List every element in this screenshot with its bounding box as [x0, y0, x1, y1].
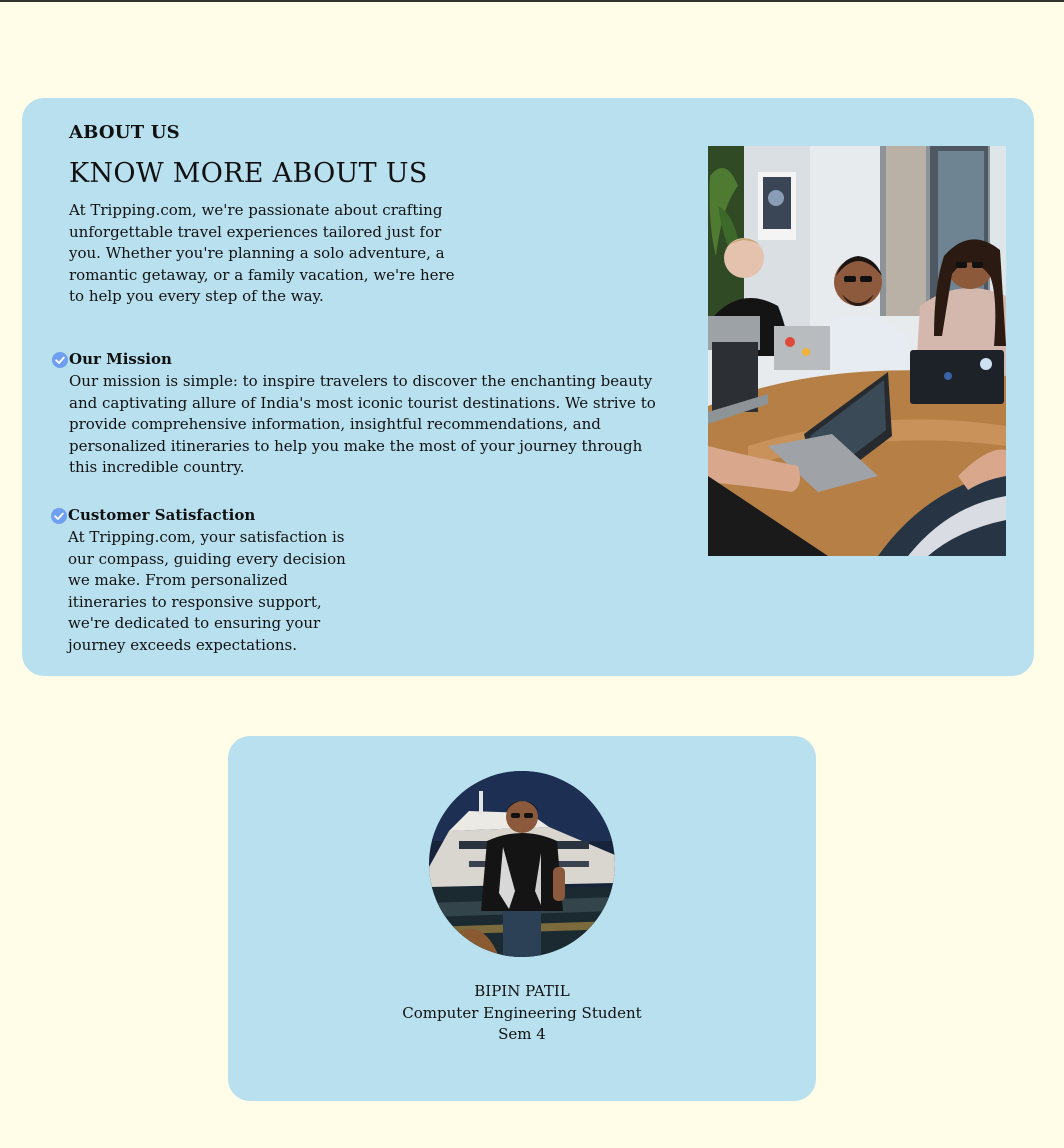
- check-circle-icon: [52, 352, 68, 368]
- check-circle-icon: [51, 508, 67, 524]
- profile-semester: Sem 4: [498, 1025, 546, 1043]
- team-meeting-photo: [708, 146, 1006, 556]
- profile-card: BIPIN PATIL Computer Engineering Student…: [228, 736, 816, 1101]
- section-eyebrow: ABOUT US: [69, 122, 180, 143]
- avatar: [429, 771, 615, 957]
- top-divider: [0, 0, 1064, 2]
- mission-title: Our Mission: [69, 350, 172, 368]
- intro-paragraph: At Tripping.com, we're passionate about …: [69, 201, 455, 306]
- mission-text: Our mission is simple: to inspire travel…: [69, 372, 656, 477]
- customer-satisfaction-title: Customer Satisfaction: [68, 506, 256, 524]
- profile-role: Computer Engineering Student: [402, 1004, 642, 1022]
- section-headline: KNOW MORE ABOUT US: [69, 158, 428, 189]
- customer-satisfaction-text: At Tripping.com, your satisfaction is ou…: [68, 528, 346, 654]
- profile-name: BIPIN PATIL: [474, 982, 570, 1000]
- about-section: ABOUT US KNOW MORE ABOUT US At Tripping.…: [22, 98, 1034, 676]
